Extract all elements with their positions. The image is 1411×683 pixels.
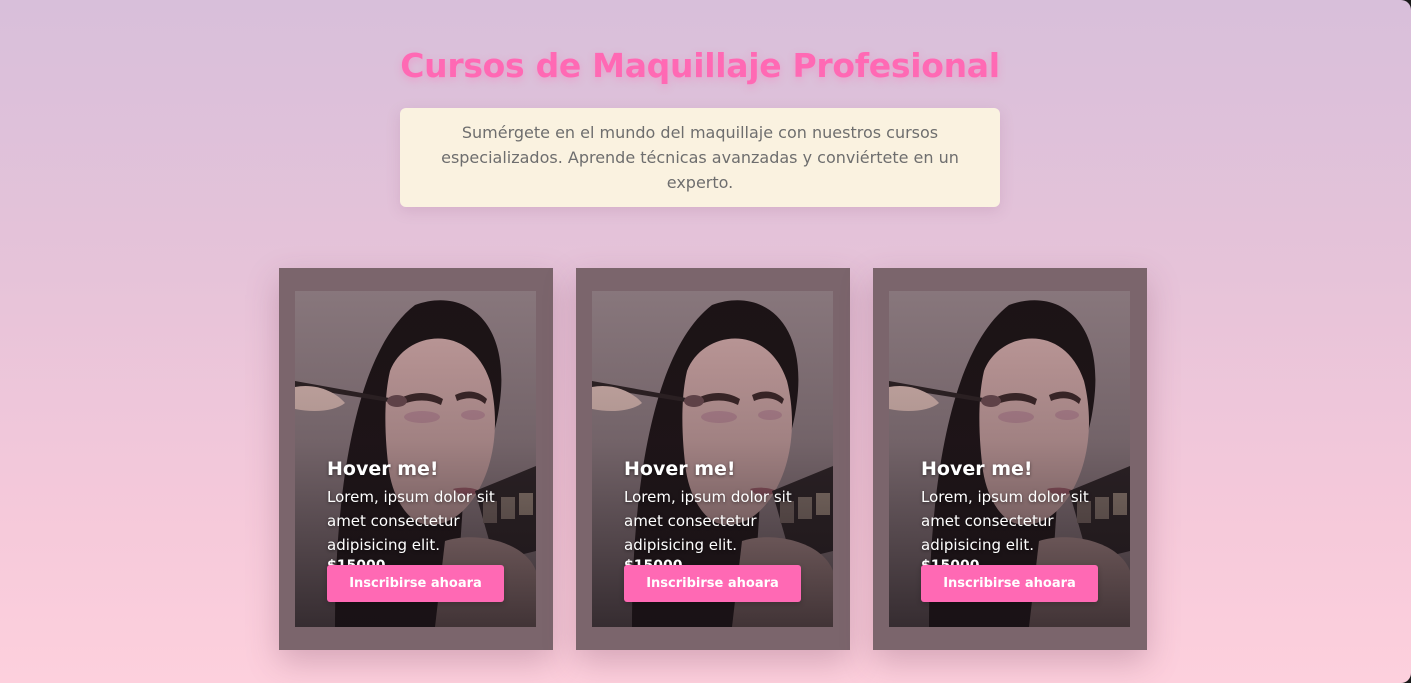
course-card[interactable]: Hover me! Lorem, ipsum dolor sit amet co…	[576, 268, 850, 650]
page: Cursos de Maquillaje Profesional Sumérge…	[0, 0, 1411, 683]
enroll-button[interactable]: Inscribirse ahoara	[327, 565, 504, 602]
makeup-model-photo: Hover me! Lorem, ipsum dolor sit amet co…	[295, 291, 536, 627]
card-description: Lorem, ipsum dolor sit amet consectetur …	[327, 488, 495, 554]
card-content: Hover me! Lorem, ipsum dolor sit amet co…	[921, 457, 1111, 575]
intro-box: Sumérgete en el mundo del maquillaje con…	[400, 108, 1000, 207]
intro-text: Sumérgete en el mundo del maquillaje con…	[441, 123, 959, 192]
card-content: Hover me! Lorem, ipsum dolor sit amet co…	[327, 457, 517, 575]
makeup-model-photo: Hover me! Lorem, ipsum dolor sit amet co…	[889, 291, 1130, 627]
makeup-model-photo: Hover me! Lorem, ipsum dolor sit amet co…	[592, 291, 833, 627]
course-card[interactable]: Hover me! Lorem, ipsum dolor sit amet co…	[873, 268, 1147, 650]
course-card[interactable]: Hover me! Lorem, ipsum dolor sit amet co…	[279, 268, 553, 650]
card-title: Hover me!	[327, 458, 439, 480]
enroll-button[interactable]: Inscribirse ahoara	[921, 565, 1098, 602]
card-description: Lorem, ipsum dolor sit amet consectetur …	[624, 488, 792, 554]
card-description: Lorem, ipsum dolor sit amet consectetur …	[921, 488, 1089, 554]
card-title: Hover me!	[624, 458, 736, 480]
enroll-button[interactable]: Inscribirse ahoara	[624, 565, 801, 602]
page-title: Cursos de Maquillaje Profesional	[400, 46, 1000, 85]
card-content: Hover me! Lorem, ipsum dolor sit amet co…	[624, 457, 814, 575]
card-title: Hover me!	[921, 458, 1033, 480]
